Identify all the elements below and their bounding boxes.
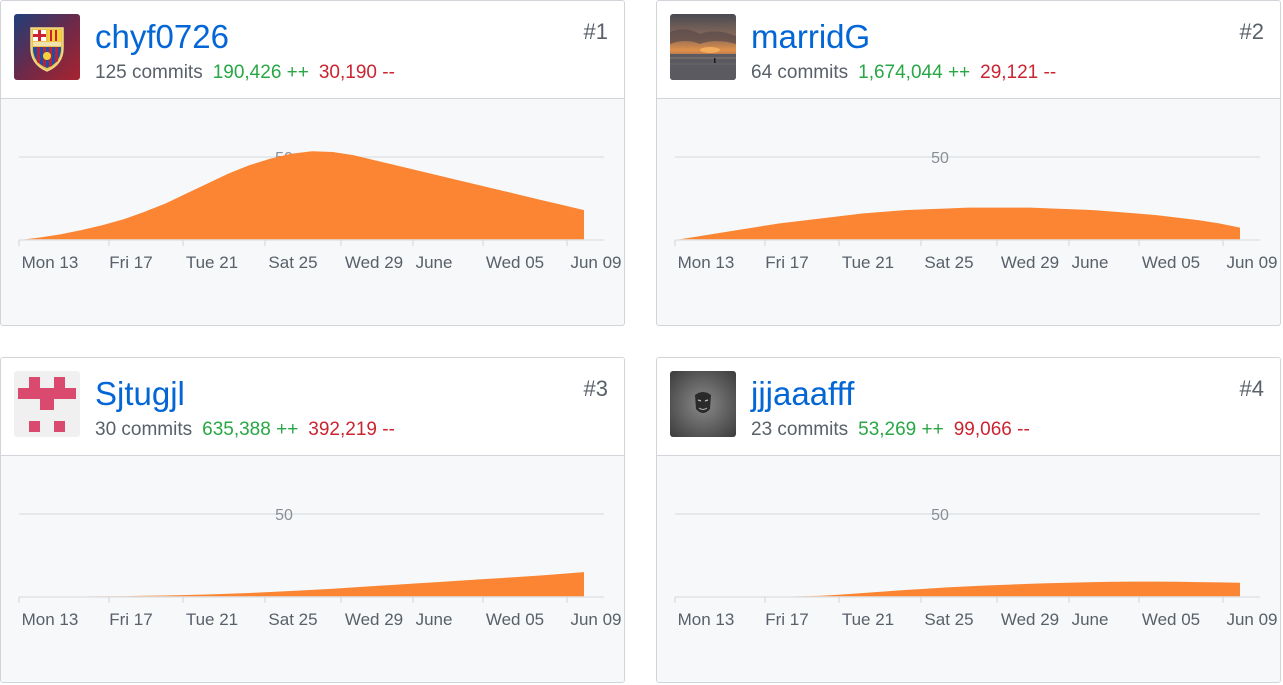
x-tick-label: June bbox=[416, 253, 453, 272]
x-tick-label: Jun 09 bbox=[1226, 610, 1277, 629]
x-tick-label: Wed 05 bbox=[1142, 253, 1200, 272]
x-tick-label: June bbox=[1072, 610, 1109, 629]
x-tick-label: Fri 17 bbox=[109, 253, 152, 272]
y-gridline-label: 50 bbox=[931, 507, 949, 524]
contributor-username[interactable]: marridG bbox=[751, 15, 870, 59]
commit-area-series bbox=[19, 572, 584, 597]
x-tick-label: Fri 17 bbox=[765, 610, 808, 629]
deletions-count: 99,066 -- bbox=[953, 419, 1030, 440]
x-tick-label: Sat 25 bbox=[924, 253, 973, 272]
additions-count: 190,426 ++ bbox=[212, 62, 309, 83]
commit-activity-chart: 50 Mon 13 Fri 17 Tue 21 Sat 25 Wed 29 June Wed … bbox=[674, 507, 1278, 629]
commit-activity-chart: 50Mon 13Fri 17Tue 21Sat 25Wed 29JuneWed … bbox=[18, 150, 622, 272]
y-gridline-label: 50 bbox=[931, 150, 949, 167]
x-tick-label: Jun 09 bbox=[570, 610, 621, 629]
contributor-rank: #2 bbox=[1239, 19, 1264, 44]
contributor-stats: 64 commits 1,674,044 ++ 29,121 -- bbox=[751, 60, 1056, 86]
contributor-header: marridG 64 commits 1,674,044 ++ 29,121 -- … bbox=[657, 1, 1280, 99]
commit-area-series bbox=[675, 581, 1240, 597]
contributor-rank: #3 bbox=[583, 376, 608, 401]
contributor-username[interactable]: chyf0726 bbox=[95, 15, 229, 59]
x-tick-label: Wed 29 bbox=[345, 610, 403, 629]
x-tick-label: Jun 09 bbox=[570, 253, 621, 272]
x-tick-label: Fri 17 bbox=[109, 610, 152, 629]
x-tick-label: Wed 05 bbox=[1142, 610, 1200, 629]
contributor-rank: #4 bbox=[1239, 376, 1264, 401]
deletions-count: 29,121 -- bbox=[980, 62, 1057, 83]
contributor-username[interactable]: jjjaaafff bbox=[751, 372, 854, 416]
contributor-card: jjjaaafff 23 commits 53,269 ++ 99,066 -- #… bbox=[656, 357, 1281, 683]
contributor-header: jjjaaafff 23 commits 53,269 ++ 99,066 -- #… bbox=[657, 358, 1280, 456]
x-tick-label: Sat 25 bbox=[268, 253, 317, 272]
x-tick-label: June bbox=[1072, 253, 1109, 272]
contributor-stats: 23 commits 53,269 ++ 99,066 -- bbox=[751, 417, 1030, 443]
x-tick-label: Wed 29 bbox=[1001, 253, 1059, 272]
additions-count: 635,388 ++ bbox=[202, 419, 299, 440]
commits-count[interactable]: 64 commits bbox=[751, 62, 848, 83]
commit-area-series bbox=[675, 207, 1240, 240]
fc-barcelona-crest-icon[interactable] bbox=[14, 14, 80, 80]
x-tick-label: Mon 13 bbox=[678, 610, 735, 629]
x-tick-label: Mon 13 bbox=[22, 610, 79, 629]
commits-count[interactable]: 30 commits bbox=[95, 419, 192, 440]
x-tick-label: Wed 29 bbox=[1001, 610, 1059, 629]
x-tick-label: Mon 13 bbox=[22, 253, 79, 272]
contributor-header: Sjtugjl 30 commits 635,388 ++ 392,219 -- #… bbox=[1, 358, 624, 456]
contributor-card: chyf0726 125 commits 190,426 ++ 30,190 -- … bbox=[0, 0, 625, 326]
x-tick-label: Wed 05 bbox=[486, 610, 544, 629]
sunset-photo-icon[interactable] bbox=[670, 14, 736, 80]
x-tick-label: Jun 09 bbox=[1226, 253, 1277, 272]
y-gridline-label: 50 bbox=[275, 507, 293, 524]
commit-activity-chart: 50 Mon 13 Fri 17 Tue 21 Sat 25 Wed 29 June Wed … bbox=[18, 507, 622, 629]
x-tick-label: Wed 29 bbox=[345, 253, 403, 272]
contributor-card: marridG 64 commits 1,674,044 ++ 29,121 -- … bbox=[656, 0, 1281, 326]
additions-count: 53,269 ++ bbox=[858, 419, 944, 440]
contributor-card: Sjtugjl 30 commits 635,388 ++ 392,219 -- #… bbox=[0, 357, 625, 683]
contributor-stats: 30 commits 635,388 ++ 392,219 -- bbox=[95, 417, 395, 443]
pink-identicon-icon[interactable] bbox=[14, 371, 80, 437]
deletions-count: 392,219 -- bbox=[308, 419, 395, 440]
x-tick-label: June bbox=[416, 610, 453, 629]
commits-count[interactable]: 125 commits bbox=[95, 62, 203, 83]
contributor-rank: #1 bbox=[583, 19, 608, 44]
commit-area-series bbox=[19, 151, 584, 240]
x-tick-label: Tue 21 bbox=[842, 253, 894, 272]
contributor-stats: 125 commits 190,426 ++ 30,190 -- bbox=[95, 60, 395, 86]
contributor-username[interactable]: Sjtugjl bbox=[95, 372, 185, 416]
additions-count: 1,674,044 ++ bbox=[858, 62, 971, 83]
x-tick-label: Sat 25 bbox=[924, 610, 973, 629]
x-tick-label: Fri 17 bbox=[765, 253, 808, 272]
x-tick-label: Wed 05 bbox=[486, 253, 544, 272]
commit-activity-chart: 50 Mon 13 Fri 17 Tue 21 Sat 25 Wed 29 June Wed … bbox=[674, 150, 1278, 272]
commits-count[interactable]: 23 commits bbox=[751, 419, 848, 440]
deletions-count: 30,190 -- bbox=[318, 62, 395, 83]
x-tick-label: Tue 21 bbox=[842, 610, 894, 629]
x-tick-label: Mon 13 bbox=[678, 253, 735, 272]
guy-fawkes-mask-icon[interactable] bbox=[670, 371, 736, 437]
x-tick-label: Tue 21 bbox=[186, 253, 238, 272]
x-tick-label: Tue 21 bbox=[186, 610, 238, 629]
contributor-header: chyf0726 125 commits 190,426 ++ 30,190 -- … bbox=[1, 1, 624, 99]
x-tick-label: Sat 25 bbox=[268, 610, 317, 629]
